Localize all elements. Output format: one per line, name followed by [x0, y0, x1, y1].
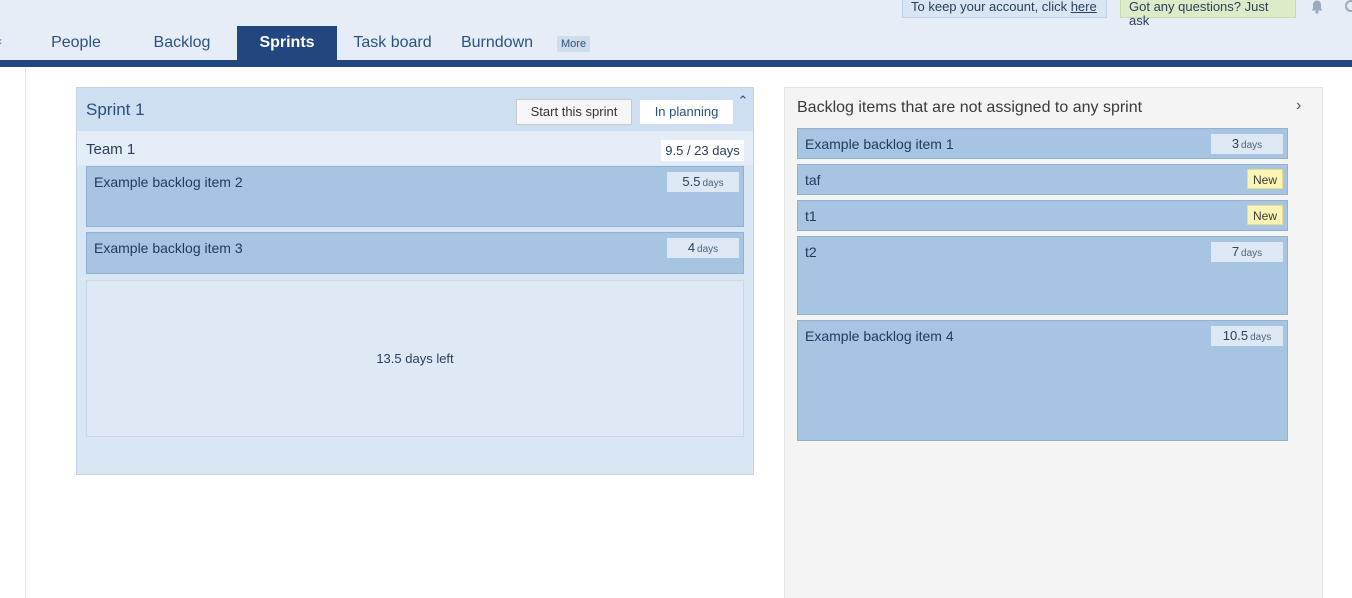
days-left-label: 13.5 days left — [376, 351, 454, 366]
estimate-value: 10.5 — [1222, 328, 1249, 343]
team-row: Team 1 9.5 / 23 days — [77, 131, 753, 165]
tab-task-board[interactable]: Task board — [345, 26, 440, 60]
estimate-unit: days — [702, 178, 724, 189]
unassigned-backlog-item[interactable]: t2 7 days — [797, 236, 1288, 315]
nav-underline — [0, 60, 1352, 67]
account-notice: To keep your account, click here — [902, 0, 1107, 18]
questions-notice[interactable]: Got any questions? Just ask — [1120, 0, 1296, 28]
unassigned-backlog-item[interactable]: Example backlog item 4 10.5 days — [797, 320, 1288, 441]
estimate-unit: days — [1241, 248, 1263, 259]
estimate-value: 4 — [687, 240, 696, 255]
backlog-item-title: taf — [805, 172, 821, 188]
sprint-header: Sprint 1 Start this sprint In planning ⌃ — [77, 88, 753, 131]
backlog-item-title: Example backlog item 2 — [94, 174, 243, 190]
account-notice-text: To keep your account, click — [911, 0, 1071, 14]
start-sprint-button[interactable]: Start this sprint — [516, 99, 632, 125]
chevron-right-icon[interactable]: › — [1296, 97, 1301, 115]
tab-sprints[interactable]: Sprints — [237, 26, 337, 60]
unassigned-backlog-panel: Backlog items that are not assigned to a… — [784, 87, 1323, 598]
unassigned-backlog-item[interactable]: t1 New — [797, 200, 1288, 231]
backlog-item-title: Example backlog item 4 — [805, 328, 954, 344]
tab-more[interactable]: More — [557, 36, 591, 52]
collapse-icon[interactable]: ⌃ — [737, 94, 749, 107]
estimate-value: 7 — [1231, 244, 1240, 259]
bell-icon[interactable] — [1310, 0, 1324, 14]
user-menu-icon[interactable] — [1345, 0, 1352, 12]
scroll-left-icon[interactable]: ‹ — [0, 34, 2, 48]
sprint-title[interactable]: Sprint 1 — [86, 100, 145, 120]
estimate-badge: 4 days — [667, 238, 739, 258]
team-capacity: 9.5 / 23 days — [661, 140, 744, 161]
estimate-unit: days — [1241, 140, 1263, 151]
team-label: Team 1 — [86, 141, 136, 158]
unassigned-backlog-item[interactable]: Example backlog item 1 3 days — [797, 128, 1288, 159]
new-badge: New — [1247, 205, 1283, 225]
new-badge: New — [1247, 169, 1283, 189]
tab-people[interactable]: People — [36, 26, 116, 60]
remaining-capacity-area: 13.5 days left — [86, 280, 744, 437]
unassigned-backlog-item[interactable]: taf New — [797, 164, 1288, 195]
tab-burndown[interactable]: Burndown — [451, 26, 543, 60]
backlog-item-title: t2 — [805, 244, 817, 260]
estimate-value: 5.5 — [682, 174, 701, 189]
left-divider — [25, 67, 26, 598]
estimate-badge: 10.5 days — [1211, 326, 1283, 346]
backlog-item-title: Example backlog item 3 — [94, 240, 243, 256]
sprint-panel: Sprint 1 Start this sprint In planning ⌃… — [76, 87, 754, 475]
estimate-value: 3 — [1231, 136, 1240, 151]
account-notice-link[interactable]: here — [1071, 0, 1097, 14]
backlog-item-title: t1 — [805, 208, 817, 224]
sprint-status-button[interactable]: In planning — [639, 99, 734, 125]
estimate-badge: 7 days — [1211, 242, 1283, 262]
estimate-badge: 3 days — [1211, 134, 1283, 154]
sprint-backlog-item[interactable]: Example backlog item 3 4 days — [86, 232, 744, 274]
sprint-backlog-item[interactable]: Example backlog item 2 5.5 days — [86, 166, 744, 227]
top-nav-bar: ‹ People Backlog Sprints Task board Burn… — [0, 0, 1352, 60]
backlog-item-title: Example backlog item 1 — [805, 136, 954, 152]
estimate-unit: days — [697, 244, 719, 255]
estimate-unit: days — [1250, 332, 1272, 343]
tab-backlog[interactable]: Backlog — [137, 26, 227, 60]
estimate-badge: 5.5 days — [667, 172, 739, 192]
unassigned-panel-title: Backlog items that are not assigned to a… — [797, 99, 1143, 116]
